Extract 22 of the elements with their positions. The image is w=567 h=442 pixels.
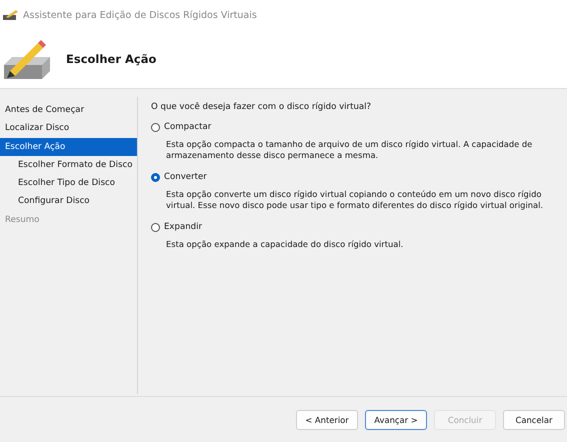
window-title: Assistente para Edição de Discos Rígidos Virtuais [23, 10, 257, 20]
radio-button[interactable] [151, 222, 160, 232]
radio-button[interactable] [151, 172, 160, 182]
question-text: O que você deseja fazer com o disco rígido virtual? [151, 102, 372, 112]
page-title: Escolher Ação [66, 52, 156, 66]
wizard-step[interactable]: Antes de Começar [0, 101, 137, 120]
wizard-step[interactable]: Escolher Formato de Disco [0, 156, 137, 174]
option-label[interactable]: Converter [164, 172, 207, 182]
wizard-step[interactable]: Configurar Disco [0, 192, 137, 211]
pencil-disk-icon [2, 37, 52, 81]
option-description: Esta opção compacta o tamanho de arquivo de um disco rígido virtual. A capacidade de armazenamento desse disco permanece a mesma. [165, 138, 534, 161]
wizard-button[interactable]: < Anterior [296, 410, 358, 430]
option-label[interactable]: Compactar [164, 122, 212, 132]
radio-button[interactable] [151, 122, 160, 132]
option-description: Esta opção expande a capacidade do disco rígido virtual. [165, 238, 404, 250]
wizard-step[interactable]: Localizar Disco [0, 119, 137, 138]
wizard-button[interactable]: Avançar > [365, 410, 427, 430]
option-description: Esta opção converte um disco rígido virtual copiando o conteúdo em um novo disco rígido virtual. Esse novo disco pode usar tipo e formato diferentes do disco rígido virtual original. [165, 188, 544, 211]
wizard-step[interactable]: Escolher Tipo de Disco [0, 174, 137, 192]
wizard-step[interactable]: Escolher Ação [0, 138, 137, 156]
wizard-button[interactable]: Cancelar [503, 410, 565, 430]
option-label[interactable]: Expandir [164, 222, 202, 232]
